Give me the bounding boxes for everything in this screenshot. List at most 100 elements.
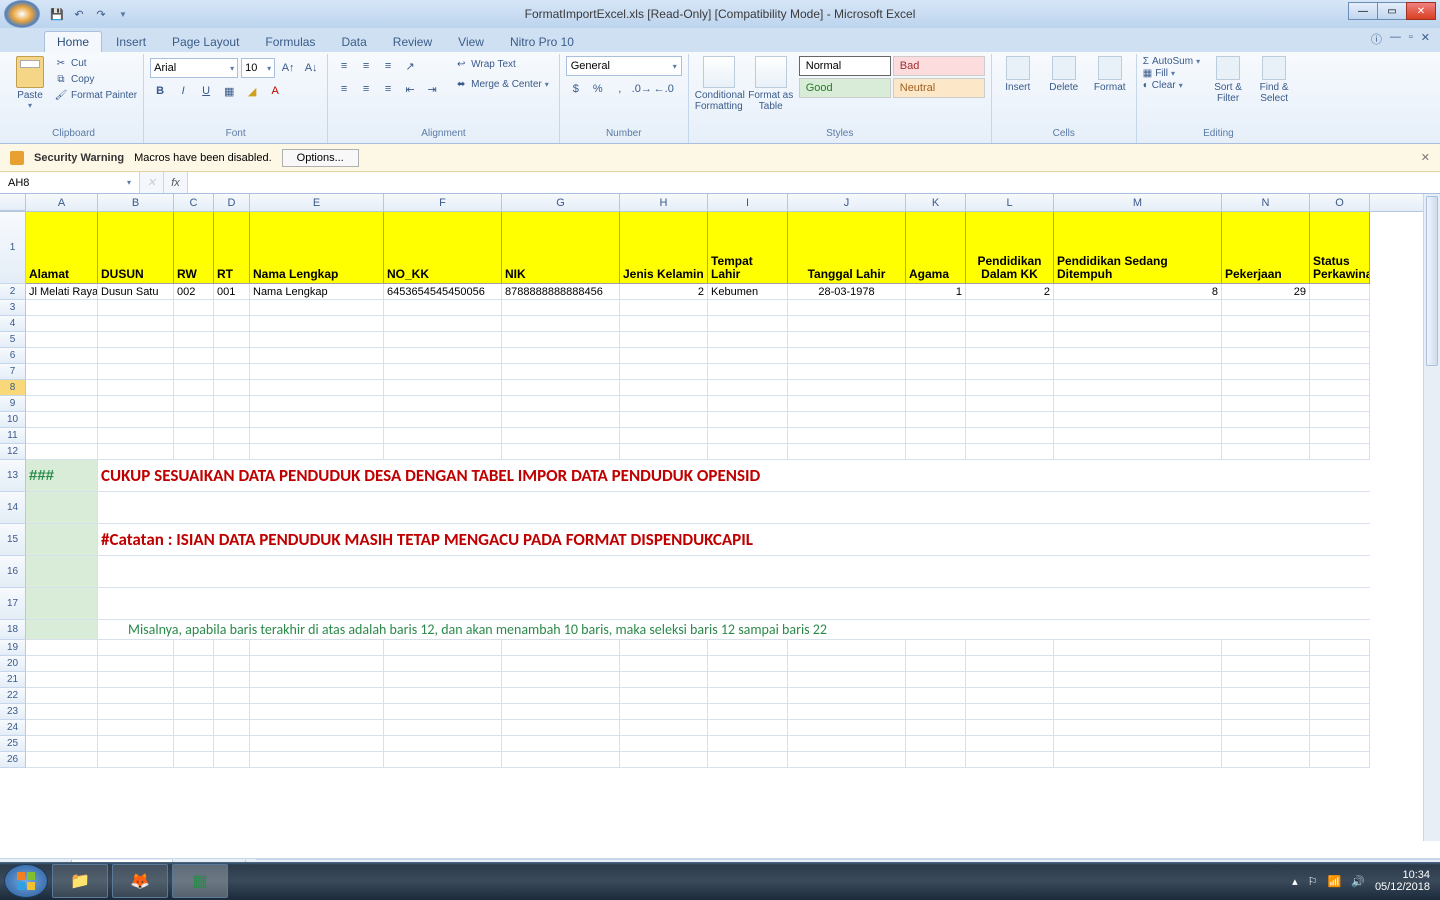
cell[interactable] xyxy=(906,672,966,688)
column-header[interactable]: F xyxy=(384,194,502,211)
cell[interactable]: Pendidikan Dalam KK xyxy=(966,212,1054,284)
row-header[interactable]: 9 xyxy=(0,396,26,412)
close-button[interactable]: ✕ xyxy=(1406,2,1436,20)
cell[interactable] xyxy=(174,396,214,412)
cell[interactable] xyxy=(1310,672,1370,688)
cell[interactable] xyxy=(1310,412,1370,428)
cell[interactable] xyxy=(708,736,788,752)
cell[interactable] xyxy=(26,316,98,332)
cell[interactable] xyxy=(384,656,502,672)
cell[interactable] xyxy=(708,720,788,736)
currency-button[interactable]: $ xyxy=(566,79,586,99)
cell[interactable]: 29 xyxy=(1222,284,1310,300)
tab-insert[interactable]: Insert xyxy=(104,32,158,52)
row-header[interactable]: 6 xyxy=(0,348,26,364)
cell[interactable] xyxy=(384,736,502,752)
cell[interactable] xyxy=(1222,752,1310,768)
cell[interactable] xyxy=(1310,348,1370,364)
cell[interactable] xyxy=(906,348,966,364)
cell[interactable] xyxy=(1054,752,1222,768)
cell[interactable] xyxy=(502,720,620,736)
cell[interactable] xyxy=(174,348,214,364)
cell[interactable] xyxy=(26,736,98,752)
cell[interactable] xyxy=(708,656,788,672)
cell[interactable] xyxy=(620,736,708,752)
cell[interactable] xyxy=(98,736,174,752)
cell[interactable] xyxy=(708,688,788,704)
cell[interactable] xyxy=(250,428,384,444)
cell[interactable] xyxy=(384,704,502,720)
cell[interactable] xyxy=(788,672,906,688)
cell[interactable] xyxy=(502,364,620,380)
cell[interactable] xyxy=(1222,428,1310,444)
cell[interactable] xyxy=(1310,656,1370,672)
row-header[interactable]: 26 xyxy=(0,752,26,768)
cell[interactable] xyxy=(98,412,174,428)
cell[interactable]: RW xyxy=(174,212,214,284)
cell[interactable] xyxy=(708,704,788,720)
cell[interactable] xyxy=(966,752,1054,768)
cell[interactable] xyxy=(384,300,502,316)
row-header[interactable]: 22 xyxy=(0,688,26,704)
cell[interactable]: Tanggal Lahir xyxy=(788,212,906,284)
cell[interactable] xyxy=(906,316,966,332)
comma-button[interactable]: , xyxy=(610,79,630,99)
cell[interactable] xyxy=(906,736,966,752)
ribbon-minimize-icon[interactable]: — xyxy=(1390,31,1401,47)
cell[interactable] xyxy=(214,640,250,656)
cell[interactable] xyxy=(1222,380,1310,396)
cell[interactable] xyxy=(708,412,788,428)
cell[interactable] xyxy=(98,556,1370,588)
cell[interactable] xyxy=(174,736,214,752)
column-header[interactable]: K xyxy=(906,194,966,211)
cell[interactable] xyxy=(214,736,250,752)
font-size-select[interactable]: 10▾ xyxy=(241,58,275,78)
cell[interactable] xyxy=(620,364,708,380)
cell[interactable] xyxy=(620,704,708,720)
cell[interactable] xyxy=(250,704,384,720)
cell[interactable]: Pendidikan Sedang Ditempuh xyxy=(1054,212,1222,284)
cell[interactable] xyxy=(906,752,966,768)
office-button[interactable] xyxy=(4,0,40,28)
delete-cells-button[interactable]: Delete xyxy=(1044,56,1084,126)
cell[interactable] xyxy=(98,428,174,444)
cell[interactable] xyxy=(250,316,384,332)
row-header[interactable]: 18 xyxy=(0,620,26,640)
cell[interactable]: NO_KK xyxy=(384,212,502,284)
cell[interactable] xyxy=(620,332,708,348)
row-header[interactable]: 4 xyxy=(0,316,26,332)
cell[interactable] xyxy=(1310,300,1370,316)
cell[interactable]: #Catatan : ISIAN DATA PENDUDUK MASIH TET… xyxy=(98,524,1370,556)
ribbon-close-icon[interactable]: ✕ xyxy=(1421,31,1430,47)
row-header[interactable]: 12 xyxy=(0,444,26,460)
cell[interactable]: 002 xyxy=(174,284,214,300)
cell[interactable] xyxy=(174,640,214,656)
cell[interactable] xyxy=(620,348,708,364)
tray-volume-icon[interactable]: 🔊 xyxy=(1351,875,1365,888)
cell[interactable] xyxy=(620,656,708,672)
cell[interactable] xyxy=(1054,428,1222,444)
cell[interactable] xyxy=(1054,300,1222,316)
name-box[interactable]: AH8▾ xyxy=(0,172,140,193)
formula-input[interactable] xyxy=(188,172,1440,193)
cell[interactable] xyxy=(906,332,966,348)
cell[interactable] xyxy=(502,380,620,396)
cell[interactable] xyxy=(708,752,788,768)
cell[interactable] xyxy=(708,396,788,412)
cell[interactable] xyxy=(1222,444,1310,460)
cell[interactable]: 8788888888888456 xyxy=(502,284,620,300)
cell[interactable] xyxy=(502,428,620,444)
cell[interactable] xyxy=(788,428,906,444)
cell[interactable] xyxy=(620,380,708,396)
cell[interactable] xyxy=(1054,332,1222,348)
find-select-button[interactable]: Find & Select xyxy=(1254,56,1294,126)
decrease-indent-button[interactable]: ⇤ xyxy=(400,79,420,99)
cell[interactable] xyxy=(502,656,620,672)
italic-button[interactable]: I xyxy=(173,81,193,101)
row-header[interactable]: 11 xyxy=(0,428,26,444)
maximize-button[interactable]: ▭ xyxy=(1377,2,1407,20)
row-header[interactable]: 19 xyxy=(0,640,26,656)
cell[interactable] xyxy=(384,720,502,736)
cell[interactable] xyxy=(214,396,250,412)
cell[interactable] xyxy=(502,672,620,688)
